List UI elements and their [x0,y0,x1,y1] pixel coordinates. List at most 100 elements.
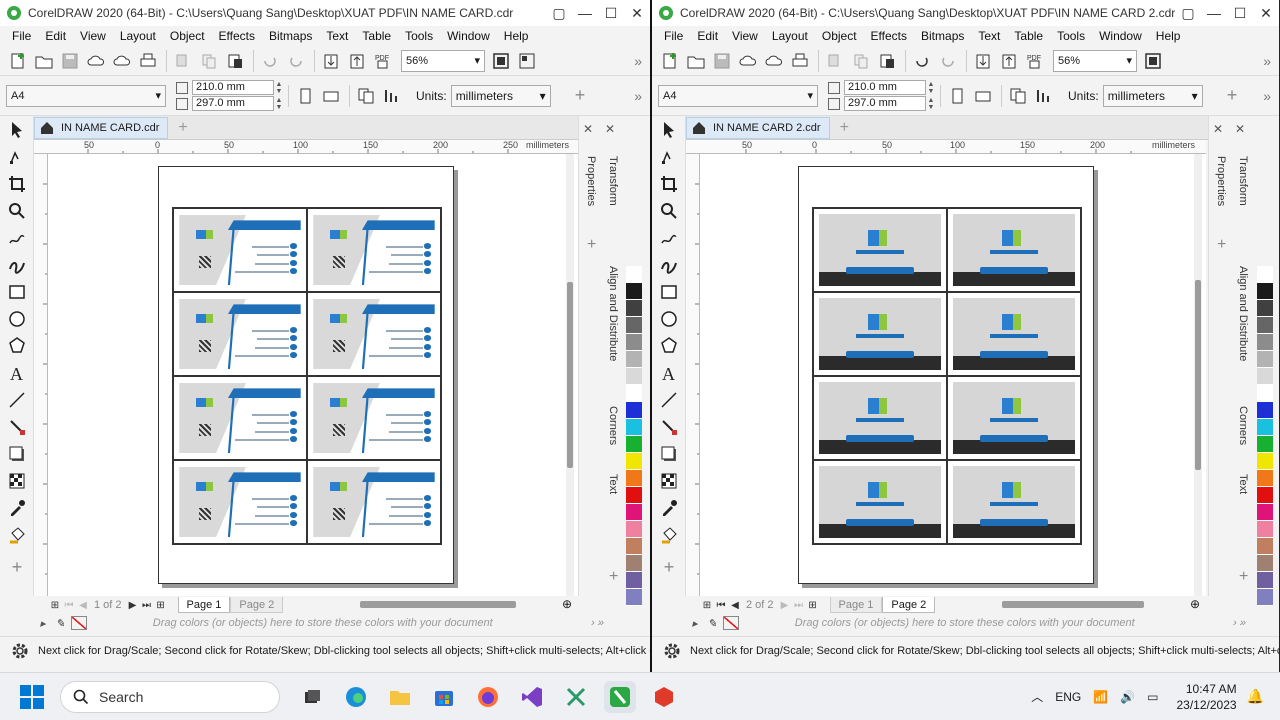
home-icon[interactable] [39,120,55,136]
business-card-cell[interactable] [173,292,307,376]
business-card-cell[interactable] [947,292,1081,376]
color-swatch[interactable] [1257,589,1273,606]
page-tab-1[interactable]: Page 1 [829,597,883,613]
landscape-icon[interactable] [971,84,995,108]
color-swatch[interactable] [626,266,642,283]
palette-scroll-icon[interactable]: › » [1233,617,1246,629]
page-height-field[interactable]: 297.0 mm [844,96,926,111]
menu-view[interactable]: View [732,29,758,43]
menu-table[interactable]: Table [1014,29,1043,43]
microsoft-store-icon[interactable] [428,681,460,713]
business-card-cell[interactable] [947,208,1081,292]
zoom-level-dropdown[interactable]: 56% ▾ [1053,49,1137,72]
menu-text[interactable]: Text [326,29,348,43]
color-swatch[interactable] [1257,317,1273,334]
add-docker-icon[interactable]: + [1239,568,1248,586]
connector-tool-icon[interactable] [0,413,34,440]
palette-menu-icon[interactable]: ▸ [40,617,46,630]
export-icon[interactable] [997,49,1021,73]
zoom-level-dropdown[interactable]: 56% ▾ [401,49,485,72]
shape-tool-icon[interactable] [0,143,34,170]
spinner-arrows[interactable]: ▲ ▼ [274,81,284,95]
redo-icon[interactable] [936,49,960,73]
artistic-media-icon[interactable] [652,251,686,278]
battery-icon[interactable]: ▭ [1147,690,1158,704]
toolbar-overflow-icon[interactable]: » [1263,88,1271,104]
crop-tool-icon[interactable] [0,170,34,197]
units-dropdown[interactable]: millimeters ▾ [1102,84,1203,107]
horizontal-scroll-thumb[interactable] [1002,601,1144,608]
visual-studio-icon[interactable] [516,681,548,713]
horizontal-scroll-thumb[interactable] [360,601,516,608]
page-tab-2[interactable]: Page 2 [230,597,284,613]
text-tool-icon[interactable]: A [652,359,686,386]
menu-help[interactable]: Help [1156,29,1181,43]
text-tool-icon[interactable]: A [0,359,34,386]
color-swatch[interactable] [626,453,642,470]
docker-tab-transform[interactable]: Transform [1237,156,1249,206]
spinner-arrows[interactable]: ▲ ▼ [274,97,284,111]
transparency-icon[interactable] [0,467,34,494]
menu-text[interactable]: Text [978,29,1000,43]
docker-tab-text[interactable]: Text [1237,474,1249,494]
color-swatch[interactable] [626,436,642,453]
toolbar-overflow-icon[interactable]: » [634,88,642,104]
color-swatch[interactable] [1257,521,1273,538]
all-pages-icon[interactable] [1006,84,1030,108]
freehand-tool-icon[interactable] [0,224,34,251]
close-button[interactable]: ✕ [1253,0,1279,26]
cloud-upload-icon[interactable] [736,49,760,73]
menu-bitmaps[interactable]: Bitmaps [269,29,312,43]
drop-shadow-icon[interactable] [0,440,34,467]
color-swatch[interactable] [626,555,642,572]
eyedropper-icon[interactable] [0,494,34,521]
copy-icon[interactable] [197,49,221,73]
color-swatch[interactable] [626,300,642,317]
color-swatch[interactable] [1257,538,1273,555]
start-button[interactable] [20,684,44,709]
portrait-icon[interactable] [945,84,969,108]
publish-pdf-icon[interactable]: PDF [1023,49,1047,73]
full-screen-preview-icon[interactable] [1141,49,1165,73]
color-swatch[interactable] [1257,266,1273,283]
add-page-before-icon[interactable]: ⊞ [48,600,62,611]
application-launcher-icon[interactable] [515,49,539,73]
document-tab[interactable]: IN NAME CARD.cdr [34,116,169,139]
save-icon[interactable] [710,49,734,73]
snipping-tool-icon[interactable] [560,681,592,713]
add-docker-icon[interactable]: + [609,568,618,586]
undo-icon[interactable] [910,49,934,73]
redo-icon[interactable] [284,49,308,73]
copy-icon[interactable] [849,49,873,73]
minimize-button[interactable]: — [1201,0,1227,26]
document-tab[interactable]: IN NAME CARD 2.cdr [686,116,830,139]
business-card-cell[interactable] [813,460,947,544]
menu-object[interactable]: Object [170,29,205,43]
cut-icon[interactable] [823,49,847,73]
cloud-download-icon[interactable] [110,49,134,73]
docker-tab-corners[interactable]: Corners [1237,406,1249,445]
menu-file[interactable]: File [664,29,683,43]
page-width-field[interactable]: 210.0 mm [844,80,926,95]
add-tool-icon[interactable]: + [652,554,686,581]
prev-page-icon[interactable]: ◀ [76,600,90,611]
open-folder-icon[interactable] [32,49,56,73]
task-view-icon[interactable] [296,681,328,713]
ellipse-tool-icon[interactable] [652,305,686,332]
menu-edit[interactable]: Edit [45,29,66,43]
undo-icon[interactable] [258,49,282,73]
color-swatch[interactable] [626,521,642,538]
drawing-canvas[interactable] [48,154,578,596]
import-icon[interactable] [971,49,995,73]
rectangle-tool-icon[interactable] [0,278,34,305]
zoom-tool-icon[interactable] [652,197,686,224]
color-swatch[interactable] [1257,419,1273,436]
color-swatch[interactable] [1257,334,1273,351]
page-tab-1[interactable]: Page 1 [177,597,231,613]
add-icon[interactable]: + [1227,85,1238,106]
help-docs-icon[interactable]: ▢ [1175,0,1201,26]
color-swatch[interactable] [1257,504,1273,521]
coreldraw-taskbar-icon[interactable] [604,680,636,713]
menu-window[interactable]: Window [1099,29,1142,43]
full-screen-preview-icon[interactable] [489,49,513,73]
